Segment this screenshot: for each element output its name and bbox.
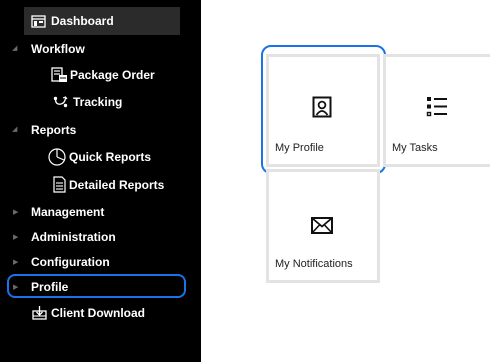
- sidebar-item-administration[interactable]: Administration: [0, 224, 201, 249]
- sidebar-item-package-order[interactable]: Package Order: [0, 62, 201, 87]
- sidebar-item-workflow[interactable]: Workflow: [0, 36, 201, 61]
- sidebar-item-label: Package Order: [70, 67, 155, 82]
- sidebar-item-label: Profile: [31, 279, 69, 294]
- sidebar-item-label: Client Download: [51, 305, 145, 320]
- sidebar-item-configuration[interactable]: Configuration: [0, 249, 201, 274]
- sidebar-item-label: Management: [31, 204, 105, 219]
- sidebar-item-label: Quick Reports: [69, 149, 152, 164]
- sidebar-item-label: Configuration: [31, 254, 110, 269]
- sidebar-item-label: Workflow: [31, 41, 85, 56]
- sidebar-item-tracking[interactable]: Tracking: [0, 89, 201, 114]
- sidebar-item-label: Detailed Reports: [69, 177, 165, 192]
- tile-label: My Notifications: [275, 258, 353, 270]
- sidebar-item-label: Reports: [31, 122, 77, 137]
- detailed-reports-icon: [52, 176, 66, 194]
- tasks-icon: [426, 96, 448, 123]
- client-download-icon: [31, 305, 47, 321]
- sidebar-item-dashboard[interactable]: Dashboard: [24, 7, 180, 35]
- notifications-icon: [311, 217, 333, 239]
- quick-reports-icon: [47, 147, 67, 167]
- sidebar: Dashboard ◢ Workflow Package Order Track…: [0, 0, 201, 362]
- sidebar-item-client-download[interactable]: Client Download: [0, 300, 201, 325]
- sidebar-item-management[interactable]: Management: [0, 199, 201, 224]
- tile-my-notifications[interactable]: My Notifications: [266, 169, 380, 283]
- sidebar-item-label: Dashboard: [51, 14, 114, 28]
- sidebar-item-profile[interactable]: Profile: [0, 274, 201, 299]
- sidebar-item-detailed-reports[interactable]: Detailed Reports: [0, 172, 201, 197]
- tile-focus-highlight: [261, 45, 386, 174]
- tracking-icon: [52, 95, 68, 109]
- sidebar-item-reports[interactable]: Reports: [0, 117, 201, 142]
- sidebar-item-quick-reports[interactable]: Quick Reports: [0, 144, 201, 169]
- dashboard-icon: [30, 14, 46, 28]
- sidebar-item-label: Tracking: [73, 94, 123, 109]
- package-order-icon: [50, 66, 68, 83]
- tile-label: My Tasks: [392, 142, 438, 154]
- tile-my-tasks[interactable]: My Tasks: [383, 54, 490, 167]
- sidebar-item-label: Administration: [31, 229, 116, 244]
